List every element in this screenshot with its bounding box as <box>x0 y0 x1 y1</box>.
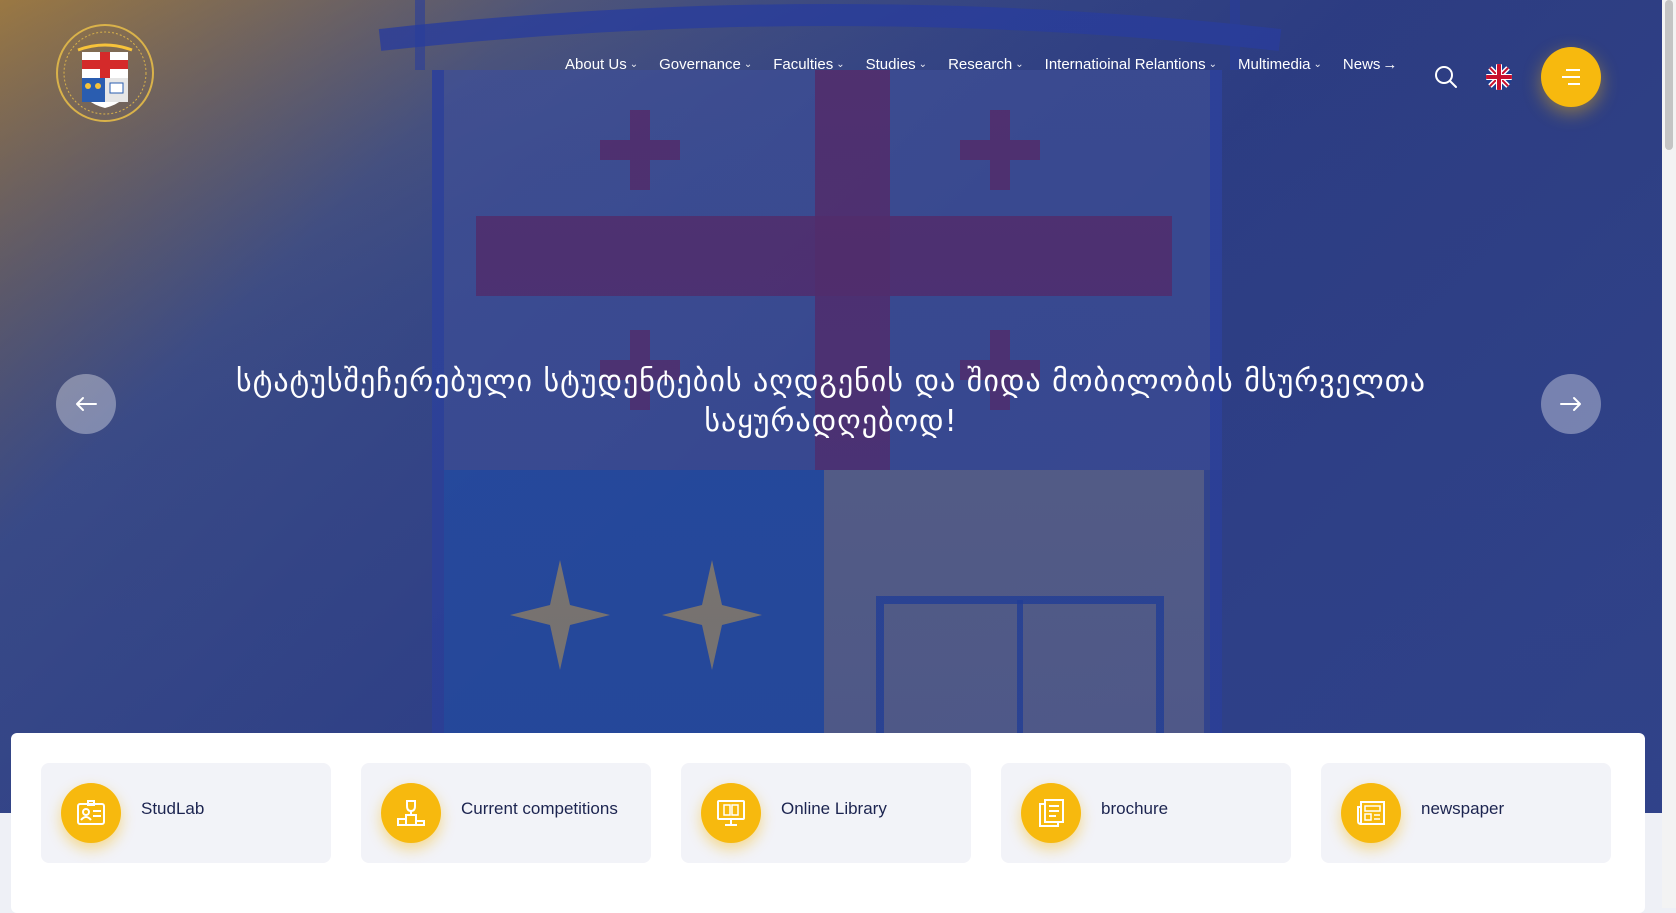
slider-prev-button[interactable] <box>56 374 116 434</box>
university-seal-logo[interactable] <box>52 20 158 126</box>
nav-about-us-label: About Us <box>565 56 627 73</box>
arrow-right-icon: → <box>1382 56 1398 73</box>
nav-news[interactable]: News → <box>1343 56 1398 73</box>
menu-button[interactable] <box>1541 47 1601 107</box>
slide-title-line-2: საყურადღებოდ! <box>704 404 958 439</box>
chevron-down-icon: ⌄ <box>1015 59 1024 70</box>
nav-international-relations[interactable]: Internatioinal Relantions ⌄ <box>1045 56 1217 73</box>
chevron-down-icon: ⌄ <box>1313 59 1322 70</box>
slide-title-line-1: სტატუსშეჩერებული სტუდენტების აღდგენის და… <box>236 364 1426 399</box>
nav-faculties-label: Faculties <box>773 56 834 73</box>
nav-multimedia[interactable]: Multimedia ⌄ <box>1238 56 1322 73</box>
arrow-right-icon <box>1560 397 1581 411</box>
chevron-down-icon: ⌄ <box>743 59 753 70</box>
quick-link-online-library-label: Online Library <box>781 799 887 818</box>
newspaper-icon <box>1341 783 1401 843</box>
trophy-podium-icon <box>381 783 441 843</box>
main-navigation: About Us ⌄ Governance ⌄ Faculties ⌄ Studies… <box>565 56 1418 73</box>
quick-link-newspaper[interactable]: newspaper <box>1321 763 1611 863</box>
chevron-down-icon: ⌄ <box>1208 59 1217 70</box>
nav-news-label: News <box>1342 56 1381 73</box>
nav-international-relations-label: Internatioinal Relantions <box>1044 56 1206 73</box>
page-scrollbar[interactable] <box>1662 0 1676 908</box>
quick-link-brochure-label: brochure <box>1101 799 1169 818</box>
nav-governance-label: Governance <box>659 56 741 73</box>
chevron-down-icon: ⌄ <box>836 59 845 70</box>
arrow-left-icon <box>76 397 97 411</box>
quick-link-brochure[interactable]: brochure <box>1001 763 1291 863</box>
quick-link-current-competitions-label: Current competitions <box>461 799 618 818</box>
chevron-down-icon: ⌄ <box>918 59 928 70</box>
uk-flag-icon[interactable] <box>1486 64 1512 90</box>
quick-link-studlab-label: StudLab <box>141 799 205 818</box>
quick-link-newspaper-label: newspaper <box>1421 799 1505 818</box>
quick-links-panel: StudLab Current competitions Online Libr… <box>11 733 1645 913</box>
nav-research[interactable]: Research ⌄ <box>948 56 1024 73</box>
nav-studies-label: Studies <box>865 56 916 73</box>
nav-research-label: Research <box>948 56 1013 73</box>
nav-about-us[interactable]: About Us ⌄ <box>565 56 638 73</box>
nav-studies[interactable]: Studies ⌄ <box>866 56 927 73</box>
slide-title: სტატუსშეჩერებული სტუდენტების აღდგენის და… <box>180 362 1482 442</box>
nav-faculties[interactable]: Faculties ⌄ <box>773 56 844 73</box>
menu-icon <box>1562 69 1580 85</box>
computer-book-icon <box>701 783 761 843</box>
id-card-icon <box>61 783 121 843</box>
scrollbar-thumb[interactable] <box>1665 0 1673 150</box>
quick-link-studlab[interactable]: StudLab <box>41 763 331 863</box>
document-icon <box>1021 783 1081 843</box>
nav-governance[interactable]: Governance ⌄ <box>659 56 752 73</box>
nav-multimedia-label: Multimedia <box>1237 56 1311 73</box>
slider-next-button[interactable] <box>1541 374 1601 434</box>
quick-link-online-library[interactable]: Online Library <box>681 763 971 863</box>
search-icon[interactable] <box>1433 64 1459 90</box>
chevron-down-icon: ⌄ <box>629 59 639 70</box>
quick-link-current-competitions[interactable]: Current competitions <box>361 763 651 863</box>
